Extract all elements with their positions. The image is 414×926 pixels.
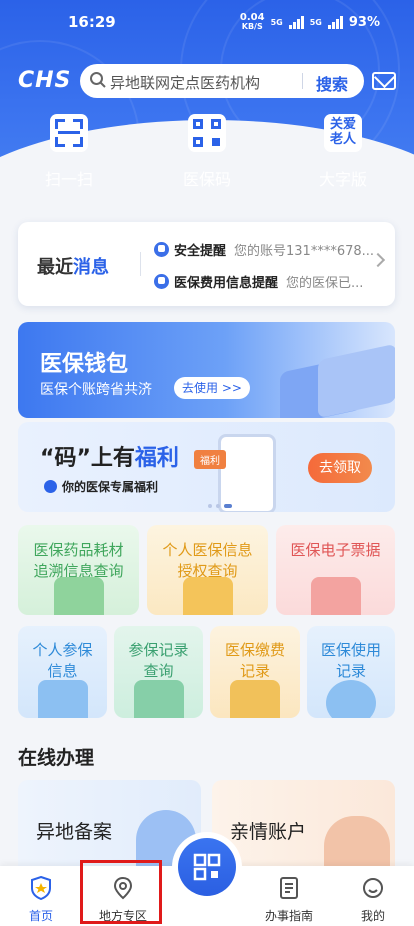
message-title: 安全提醒 [174,244,227,259]
quick-actions: 扫一扫 医保码 关爱老人 大字版 [0,114,414,194]
quick-insurance-code-label: 医保码 [182,170,231,189]
service-label: 个人参保信息 [32,641,93,680]
card-label: 亲情账户 [230,821,307,843]
center-qr-inner [178,838,236,896]
mail-icon[interactable] [372,72,396,90]
title-part-a: 最近 [37,257,73,278]
search-icon [90,72,106,88]
divider [140,252,141,276]
service-label: 医保使用记录 [320,641,381,680]
recent-messages-card[interactable]: 最近消息 安全提醒 您的账号131****678... 医保费用信息提醒 您的医保已… [18,222,395,306]
tab-label: 办事指南 [264,909,313,923]
invoice-icon [310,577,361,615]
elder-care-icon-text: 关爱老人 [329,117,356,147]
service-auth-query[interactable]: 个人医保信息授权查询 [147,525,268,615]
signal-icon [327,15,343,29]
welfare-claim-button[interactable]: 去领取 [308,453,372,483]
highlight-box [80,860,162,924]
scan-icon [50,114,88,152]
network-speed: 0.04 KB/S [240,13,265,31]
battery-level: 93% [348,14,380,30]
status-bar: 16:29 0.04 KB/S 5G 5G 93% [0,10,414,34]
message-title: 医保费用信息提醒 [174,276,279,291]
shield-icon [154,242,169,257]
carousel-indicator [208,504,232,508]
check-icon [44,480,57,493]
welfare-title-a: “码”上有 [40,446,135,471]
quick-insurance-code[interactable]: 医保码 [162,114,252,190]
wallet-title: 医保钱包 [40,352,129,377]
qr-code-icon [193,853,221,881]
phone-illustration [218,434,276,512]
elder-care-icon: 关爱老人 [324,114,362,152]
welfare-subtitle-text: 你的医保专属福利 [62,480,159,494]
tab-guide[interactable]: 办事指南 [254,876,324,924]
sim1-type: 5G [270,17,283,27]
message-preview: 您的医保已... [286,276,364,291]
wallet-banner[interactable]: 医保钱包 医保个账跨省共济 去使用 >> [18,322,395,418]
card-illustration [318,343,395,418]
net-speed-unit: KB/S [241,22,263,31]
service-insurance-info[interactable]: 个人参保信息 [18,626,107,718]
tab-home[interactable]: 首页 [6,875,76,924]
service-usage-records[interactable]: 医保使用记录 [307,626,395,718]
signal-icon [288,15,304,29]
search-divider [302,73,303,89]
home-shield-icon [31,875,51,901]
service-label: 医保缴费记录 [224,641,285,680]
wallet-subtitle: 医保个账跨省共济 [40,382,152,398]
welfare-banner[interactable]: “码”上有福利 你的医保专属福利 福利 去领取 [18,422,395,512]
user-card-icon [37,680,88,718]
center-qr-button[interactable] [172,832,242,902]
online-section-title: 在线办理 [18,747,95,769]
service-e-invoice[interactable]: 医保电子票据 [276,525,395,615]
barcode-icon [53,577,104,615]
search-button[interactable]: 搜索 [316,71,348,95]
key-icon [182,577,233,615]
profile-face-icon [363,878,383,898]
service-label: 参保记录查询 [128,641,189,680]
tab-label: 首页 [28,909,53,923]
welfare-title-b: 福利 [134,446,179,471]
service-records-query[interactable]: 参保记录查询 [114,626,203,718]
search-input[interactable]: 异地联网定点医药机构 搜索 [80,64,364,98]
title-part-b: 消息 [73,257,109,278]
fee-reminder-icon [154,274,169,289]
tab-label: 我的 [360,909,385,923]
message-item[interactable]: 医保费用信息提醒 您的医保已... [154,272,363,291]
tab-mine[interactable]: 我的 [338,876,408,924]
chs-logo: CHS [18,68,72,93]
welfare-title: “码”上有福利 [40,440,179,472]
message-item[interactable]: 安全提醒 您的账号131****678... [154,240,374,259]
service-label: 医保药品耗材追溯信息查询 [33,541,124,580]
recent-messages-title: 最近消息 [37,253,109,279]
service-label: 个人医保信息授权查询 [162,541,253,580]
card-label: 异地备案 [36,821,113,843]
qr-code-icon [188,114,226,152]
welfare-tag: 福利 [194,450,226,469]
status-time: 16:29 [68,13,116,31]
wallet-use-button[interactable]: 去使用 >> [174,377,250,399]
service-label: 医保电子票据 [290,541,381,559]
wallet-icon [230,680,280,718]
quick-large-font[interactable]: 关爱老人 大字版 [298,114,388,190]
quick-scan[interactable]: 扫一扫 [24,114,114,190]
quick-scan-label: 扫一扫 [44,170,93,189]
search-placeholder: 异地联网定点医药机构 [110,74,261,92]
message-preview: 您的账号131****678... [234,244,375,259]
document-icon [280,877,298,899]
service-drug-trace[interactable]: 医保药品耗材追溯信息查询 [18,525,139,615]
pie-chart-icon [326,680,376,718]
service-payment-records[interactable]: 医保缴费记录 [210,626,300,718]
calendar-icon [133,680,184,718]
top-bar: CHS 异地联网定点医药机构 搜索 [0,64,414,98]
welfare-subtitle: 你的医保专属福利 [44,478,158,495]
quick-large-font-label: 大字版 [318,170,367,189]
sim2-type: 5G [309,17,322,27]
